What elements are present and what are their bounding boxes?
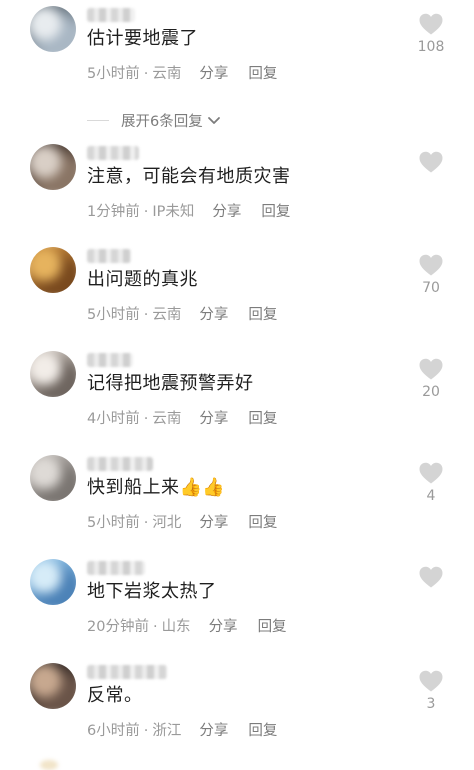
separator-dot: ·	[152, 619, 158, 635]
comment-text: 注意，可能会有地质灾害	[87, 166, 291, 187]
comment-meta: 4小时前 · 云南 分享 回复	[87, 409, 277, 429]
share-button[interactable]: 分享	[212, 204, 241, 220]
like-button[interactable]	[414, 565, 448, 591]
separator-dot: ·	[143, 66, 149, 82]
comment-time: 4小时前	[87, 411, 140, 427]
comment-meta: 20分钟前 · 山东 分享 回复	[87, 617, 287, 637]
comment-text: 估计要地震了	[87, 28, 198, 49]
comment-location: 云南	[152, 411, 182, 427]
chevron-down-icon	[207, 116, 220, 124]
comment-location: 山东	[161, 619, 191, 635]
comment-time: 20分钟前	[87, 619, 149, 635]
comment-time: 6小时前	[87, 723, 140, 739]
like-button[interactable]: 3	[414, 669, 448, 713]
comment-location: 河北	[152, 515, 182, 531]
avatar[interactable]	[30, 455, 76, 501]
comment-location: 浙江	[152, 723, 182, 739]
username-blurred[interactable]	[87, 249, 131, 263]
username-blurred[interactable]	[87, 665, 167, 679]
comment-text: 地下岩浆太热了	[87, 581, 217, 602]
heart-icon	[419, 13, 443, 35]
like-count: 3	[426, 696, 436, 712]
avatar[interactable]	[30, 247, 76, 293]
avatar[interactable]	[30, 559, 76, 605]
avatar[interactable]	[30, 351, 76, 397]
username-blurred[interactable]	[87, 457, 153, 471]
username-blurred[interactable]	[87, 146, 139, 160]
avatar[interactable]	[30, 144, 76, 190]
like-button[interactable]	[414, 150, 448, 176]
comment-time: 5小时前	[87, 66, 140, 82]
like-count: 4	[426, 488, 436, 504]
like-button[interactable]: 70	[414, 253, 448, 297]
like-count: 70	[422, 280, 440, 296]
heart-icon	[419, 566, 443, 588]
comment-meta: 5小时前 · 河北 分享 回复	[87, 513, 277, 533]
separator-dot: ·	[143, 307, 149, 323]
separator-dot: ·	[143, 515, 149, 531]
heart-icon	[419, 670, 443, 692]
share-button[interactable]: 分享	[199, 411, 228, 427]
comment-location: 云南	[152, 66, 182, 82]
reply-button[interactable]: 回复	[248, 515, 277, 531]
username-blurred[interactable]	[87, 353, 133, 367]
share-button[interactable]: 分享	[199, 66, 228, 82]
like-button[interactable]: 20	[414, 357, 448, 401]
avatar[interactable]	[30, 6, 76, 52]
reply-button[interactable]: 回复	[258, 619, 287, 635]
expand-replies-button[interactable]: 展开6条回复	[87, 110, 221, 131]
reply-button[interactable]: 回复	[248, 66, 277, 82]
like-count: 108	[417, 39, 445, 55]
reply-button[interactable]: 回复	[248, 411, 277, 427]
comment-time: 5小时前	[87, 307, 140, 323]
username-blurred[interactable]	[87, 8, 135, 22]
share-button[interactable]: 分享	[209, 619, 238, 635]
comment-text: 出问题的真兆	[87, 269, 198, 290]
comment-meta: 5小时前 · 云南 分享 回复	[87, 305, 277, 325]
comment-meta: 5小时前 · 云南 分享 回复	[87, 64, 277, 84]
comment-text: 记得把地震预警弄好	[87, 373, 254, 394]
heart-icon	[419, 151, 443, 173]
heart-icon	[419, 358, 443, 380]
share-button[interactable]: 分享	[199, 723, 228, 739]
share-button[interactable]: 分享	[199, 515, 228, 531]
next-avatar-partial	[40, 760, 58, 770]
heart-icon	[419, 462, 443, 484]
comment-meta: 6小时前 · 浙江 分享 回复	[87, 721, 277, 741]
heart-icon	[419, 254, 443, 276]
separator-dot: ·	[143, 411, 149, 427]
comment-text: 反常。	[87, 685, 143, 706]
avatar[interactable]	[30, 663, 76, 709]
comment-location: 云南	[152, 307, 182, 323]
expand-replies-label: 展开6条回复	[121, 114, 203, 130]
share-button[interactable]: 分享	[199, 307, 228, 323]
like-count: 20	[422, 384, 440, 400]
reply-button[interactable]: 回复	[248, 723, 277, 739]
comment-meta: 1分钟前 · IP未知 分享 回复	[87, 202, 290, 222]
comment-time: 1分钟前	[87, 204, 140, 220]
separator-dot: ·	[143, 204, 149, 220]
comment-location: IP未知	[152, 204, 195, 220]
like-button[interactable]: 108	[414, 12, 448, 56]
comment-text: 快到船上来👍👍	[87, 477, 226, 498]
separator-dot: ·	[143, 723, 149, 739]
reply-button[interactable]: 回复	[261, 204, 290, 220]
username-blurred[interactable]	[87, 561, 145, 575]
comment-time: 5小时前	[87, 515, 140, 531]
divider-line	[87, 120, 109, 121]
reply-button[interactable]: 回复	[248, 307, 277, 323]
like-button[interactable]: 4	[414, 461, 448, 505]
